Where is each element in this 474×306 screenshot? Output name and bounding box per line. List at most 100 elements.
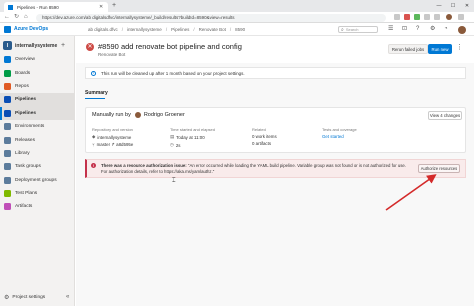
sidebar-item-label: Task groups [15,164,41,170]
project-settings-label: Project settings [12,295,46,300]
close-window-button[interactable]: ✕ [460,0,474,12]
authorization-error-banner: ! There was a resource authorization iss… [85,159,466,178]
sidebar-item-artifacts[interactable]: Artifacts [0,200,75,213]
extension-icon[interactable] [394,14,400,20]
detail-icon: ᛘ [92,142,95,148]
pipelines-icon [4,96,11,104]
breadcrumb-project[interactable]: internallysysteme [127,27,162,32]
notifications-icon[interactable]: ◔ [444,26,448,33]
detail-line: 0 work items [252,134,277,139]
project-sidebar: I internallysysteme + Overview Boards Repo… [0,36,75,306]
detail-text: 0 artifacts [252,141,272,146]
maximize-button[interactable]: ☐ [446,0,460,12]
project-avatar: I [3,41,12,50]
run-user: Rodrigo Groener [143,112,185,118]
sidebar-item-boards[interactable]: Boards [0,66,75,79]
tab-summary-underline [85,98,105,99]
product-name[interactable]: Azure DevOps [14,26,74,32]
tab-close-icon[interactable]: ✕ [99,4,103,10]
sidebar-item-test-plans[interactable]: Test Plans [0,187,75,200]
list-icon[interactable]: ☰ [388,26,393,33]
collapse-sidebar-icon[interactable]: « [66,294,69,300]
back-arrow-icon[interactable]: ← [4,13,10,22]
run-new-button[interactable]: Run new [428,44,452,54]
get-started-link[interactable]: Get started [322,134,344,139]
home-icon[interactable]: ⌂ [24,13,28,22]
sidebar-item-repos[interactable]: Repos [0,80,75,93]
run-title: #8590 add renovate bot pipeline and conf… [98,42,242,51]
breadcrumb: ab digitals.dfvc / internallysysteme / P… [88,27,245,32]
extension-icon[interactable] [414,14,420,20]
user-settings-icon[interactable]: ⚙ [430,26,435,33]
tab-summary[interactable]: Summary [85,90,108,96]
sidebar-item-pipelines[interactable]: Pipelines [0,106,75,121]
sidebar-item-task-groups[interactable]: Task groups [0,160,75,173]
sidebar-item-label: Boards [15,70,31,76]
add-icon[interactable]: + [61,42,65,49]
user-avatar [134,112,141,118]
sidebar-nav: Overview Boards Repos Pipelines Pipelines Env… [0,53,75,214]
breadcrumb-separator: / [121,26,124,32]
rerun-failed-jobs-button[interactable]: Rerun failed jobs [388,44,428,54]
environments-icon [4,123,11,131]
manually-run-label: Manually run by [92,112,131,118]
project-settings-link[interactable]: ⚙ Project settings [4,294,45,301]
pipeline-name[interactable]: Renovate Bot [98,52,125,57]
deployment-groups-icon [4,176,11,184]
breadcrumb-separator: / [165,26,168,32]
run-detail-column: Tests and coverage Get started [322,127,357,139]
detail-text: Today at 11:00 [176,134,205,140]
url-field[interactable]: https://dev.azure.com/ab digitalsdfvc/in… [36,13,386,22]
sidebar-item-label: Environments [15,124,45,130]
extension-icon[interactable] [404,14,410,20]
detail-line: 0 artifacts [252,141,277,146]
sidebar-item-library[interactable]: Library [0,147,75,160]
window-controls: — ☐ ✕ [432,0,474,12]
new-tab-button[interactable]: + [112,2,116,10]
sidebar-item-releases[interactable]: Releases [0,133,75,146]
breadcrumb-org[interactable]: ab digitals.dfvc [88,27,118,32]
search-input[interactable]: ⌕ Search [338,26,378,33]
collections-icon[interactable] [434,14,440,20]
help-icon[interactable]: ? [416,26,419,33]
breadcrumb-pipelines[interactable]: Pipelines [171,27,189,32]
sidebar-item-environments[interactable]: Environments [0,120,75,133]
detail-text: 0 work items [252,134,277,139]
refresh-icon[interactable]: ↻ [14,13,19,22]
user-avatar[interactable] [458,25,466,34]
favorites-icon[interactable] [424,14,430,20]
breadcrumb-separator: / [193,26,195,32]
detail-line: ᛘ master ↱ a8d595e [92,142,133,148]
project-header[interactable]: I internallysysteme + [3,40,72,51]
sidebar-item-overview[interactable]: Overview [0,53,75,66]
view-changes-button[interactable]: View 4 changes [428,111,462,120]
run-detail-column: Related 0 work items 0 artifacts [252,127,277,146]
info-text: This run will be cleaned up after 1 mont… [101,70,245,76]
basket-icon[interactable]: ⊡ [402,26,407,33]
more-actions-icon[interactable]: ⋮ [456,43,463,51]
sidebar-item-label: Pipelines [15,97,37,103]
breadcrumb-run[interactable]: 8590 [235,27,245,32]
column-header: Tests and coverage [322,127,357,132]
releases-icon [4,136,11,144]
detail-text: 2s [175,142,181,148]
search-placeholder: Search [345,27,359,32]
sidebar-item-label: Overview [15,57,35,63]
url-text: https://dev.azure.com/ab digitalsdfvc/in… [42,15,235,20]
detail-line: ◷ 2s [170,142,215,148]
sidebar-item-pipelines[interactable]: Pipelines [0,93,75,107]
sidebar-item-deployment-groups[interactable]: Deployment groups [0,174,75,187]
profile-avatar[interactable] [446,14,452,20]
failed-status-icon: ✕ [86,43,94,51]
detail-icon: ▤ [170,134,175,139]
detail-line[interactable]: Get started [322,134,357,139]
authorize-resources-button[interactable]: Authorize resources [418,164,460,173]
browser-menu-icon[interactable] [458,14,464,20]
artifacts-icon [4,203,11,211]
minimize-button[interactable]: — [432,0,446,12]
browser-tab[interactable]: Pipelines - Run 8590 ✕ [4,2,108,12]
run-details-card: Manually run by Rodrigo Groener View 4 c… [85,107,466,153]
browser-tab-bar: Pipelines - Run 8590 ✕ + — ☐ ✕ [0,0,474,12]
breadcrumb-pipeline[interactable]: Renovate Bot [199,27,226,32]
azure-devops-logo-icon[interactable] [4,25,11,33]
